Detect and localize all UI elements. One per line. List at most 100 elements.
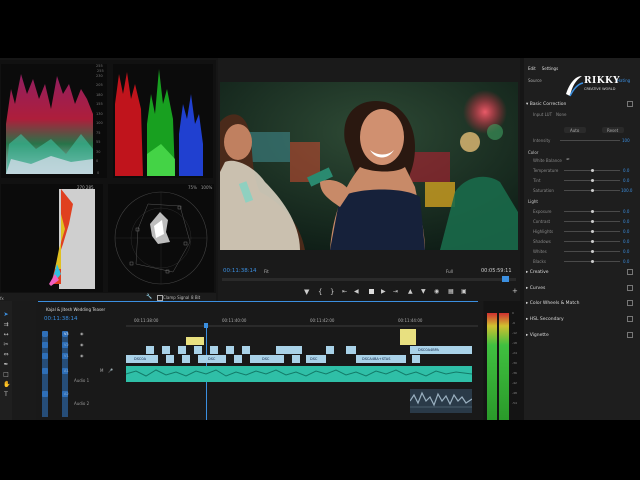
rectangle-tool-icon[interactable]: □	[3, 372, 9, 378]
blacks-knob[interactable]	[591, 260, 594, 263]
tab-edit[interactable]: Edit	[528, 66, 536, 71]
track-select-tool-icon[interactable]: ⇉	[3, 322, 9, 328]
hsl-secondary-section[interactable]: ▸ HSL Secondary	[526, 317, 564, 322]
video-clip[interactable]	[146, 346, 154, 354]
video-clip-dsca4ba[interactable]: DSCA4BA+STAS	[356, 355, 406, 363]
slip-tool-icon[interactable]: ⇔	[3, 352, 9, 358]
video-clip[interactable]	[276, 346, 302, 354]
exposure-knob[interactable]	[591, 210, 594, 213]
video-clip-dsc0a[interactable]: DSC0A	[126, 355, 158, 363]
lift-icon[interactable]: ▲	[408, 288, 413, 295]
step-back-icon[interactable]: ◀	[354, 288, 359, 295]
selection-tool-icon[interactable]: ➤	[3, 312, 9, 318]
whites-value[interactable]: 0.0	[623, 249, 629, 254]
video-clip[interactable]	[178, 346, 186, 354]
contrast-knob[interactable]	[591, 220, 594, 223]
curves-checkbox[interactable]	[627, 285, 633, 291]
video-clip[interactable]	[166, 355, 174, 363]
color-section-title[interactable]: Color	[528, 150, 538, 155]
v3-adjustment-clip[interactable]	[400, 329, 416, 345]
stop-icon[interactable]	[369, 289, 374, 294]
program-video-frame[interactable]	[220, 82, 518, 250]
video-clip[interactable]	[242, 346, 250, 354]
basic-correction-header[interactable]: ▾ Basic Correction	[526, 102, 566, 107]
add-button-icon[interactable]: +	[512, 287, 518, 295]
whites-knob[interactable]	[591, 250, 594, 253]
auto-button[interactable]: Auto	[564, 127, 586, 133]
video-clip[interactable]	[326, 346, 334, 354]
reset-button[interactable]: Reset	[602, 127, 624, 133]
program-scrub-bar[interactable]	[222, 276, 516, 282]
bit-depth-select[interactable]: 8 Bit	[191, 295, 200, 300]
hand-tool-icon[interactable]: ✋	[3, 382, 10, 388]
vignette-section[interactable]: ▸ Vignette	[526, 333, 549, 338]
highlights-knob[interactable]	[591, 230, 594, 233]
export-frame-icon[interactable]: ◉	[434, 288, 439, 295]
shadows-value[interactable]: 0.0	[623, 239, 629, 244]
v1-eye-icon[interactable]: ◉	[80, 353, 84, 358]
wrench-icon[interactable]: 🔧	[146, 294, 152, 300]
video-clip[interactable]	[412, 355, 420, 363]
ripple-edit-tool-icon[interactable]: ↔	[3, 332, 9, 338]
eyedropper-icon[interactable]: ✒	[566, 157, 570, 163]
video-clip[interactable]	[162, 346, 170, 354]
tint-knob[interactable]	[591, 179, 594, 182]
a2-audio-clip[interactable]	[409, 389, 472, 413]
a1-mute-icon[interactable]: M	[100, 368, 103, 373]
pen-tool-icon[interactable]: ✒	[3, 362, 9, 368]
a1-audio-clip[interactable]	[126, 366, 472, 382]
go-to-in-icon[interactable]: ⇤	[342, 288, 347, 295]
scrub-playhead[interactable]	[502, 276, 509, 282]
color-wheels-section[interactable]: ▸ Color Wheels & Match	[526, 301, 579, 306]
v2-adjustment-clip[interactable]	[186, 337, 204, 345]
exposure-value[interactable]: 0.0	[623, 209, 629, 214]
hsl-secondary-checkbox[interactable]	[627, 316, 633, 322]
vr-icon[interactable]: ▣	[461, 288, 467, 295]
quality-select[interactable]: Full	[446, 269, 453, 274]
color-wheels-checkbox[interactable]	[627, 300, 633, 306]
work-area-bar[interactable]	[126, 325, 478, 327]
sequence-tab[interactable]: Kajal & Jitesh Wedding Teaser	[46, 307, 105, 312]
time-ruler[interactable]: 00:11:38:00 00:11:40:00 00:11:42:00 00:1…	[126, 318, 478, 328]
video-clip[interactable]	[226, 346, 234, 354]
extract-icon[interactable]: ▼	[421, 288, 426, 295]
tint-value[interactable]: 0.0	[623, 178, 629, 183]
step-forward-icon[interactable]: ▶	[381, 288, 386, 295]
intensity-slider[interactable]	[560, 140, 620, 141]
tab-settings[interactable]: Settings	[542, 66, 558, 71]
temperature-value[interactable]: 0.0	[623, 168, 629, 173]
go-to-out-icon[interactable]: ⇥	[393, 288, 398, 295]
track-area[interactable]: DSC0A4BPA DSC0A DSC DSC DSC DSCA4BA+STAS	[126, 329, 472, 420]
v3-eye-icon[interactable]: ◉	[80, 331, 84, 336]
mark-out-icon[interactable]: }	[330, 288, 334, 296]
contrast-value[interactable]: 0.0	[623, 219, 629, 224]
light-section-title[interactable]: Light	[528, 199, 538, 204]
video-clip-dsc[interactable]: DSC	[198, 355, 226, 363]
video-clip[interactable]	[210, 346, 218, 354]
video-clip[interactable]	[194, 346, 202, 354]
shadows-knob[interactable]	[591, 240, 594, 243]
highlights-value[interactable]: 0.0	[623, 229, 629, 234]
add-marker-icon[interactable]: ▼	[304, 288, 309, 296]
blacks-value[interactable]: 0.0	[623, 259, 629, 264]
video-clip-dsc[interactable]: DSC	[306, 355, 326, 363]
video-clip-dsc[interactable]: DSC	[250, 355, 284, 363]
video-clip-dsc0a4bpa[interactable]: DSC0A4BPA	[410, 346, 472, 354]
v2-eye-icon[interactable]: ◉	[80, 342, 84, 347]
curves-section[interactable]: ▸ Curves	[526, 286, 545, 291]
mark-in-icon[interactable]: {	[318, 288, 322, 296]
video-clip[interactable]	[182, 355, 190, 363]
zoom-select[interactable]: Fit	[264, 269, 269, 274]
comparison-view-icon[interactable]: ▦	[448, 288, 454, 295]
saturation-knob[interactable]	[591, 189, 594, 192]
creative-section[interactable]: ▸ Creative	[526, 270, 549, 275]
video-clip[interactable]	[346, 346, 356, 354]
type-tool-icon[interactable]: T	[3, 392, 9, 398]
video-clip[interactable]	[292, 355, 300, 363]
creative-checkbox[interactable]	[627, 269, 633, 275]
saturation-value[interactable]: 100.0	[621, 188, 632, 193]
basic-correction-checkbox[interactable]	[627, 101, 633, 107]
razor-tool-icon[interactable]: ✂	[3, 342, 9, 348]
temperature-knob[interactable]	[591, 169, 594, 172]
vignette-checkbox[interactable]	[627, 332, 633, 338]
